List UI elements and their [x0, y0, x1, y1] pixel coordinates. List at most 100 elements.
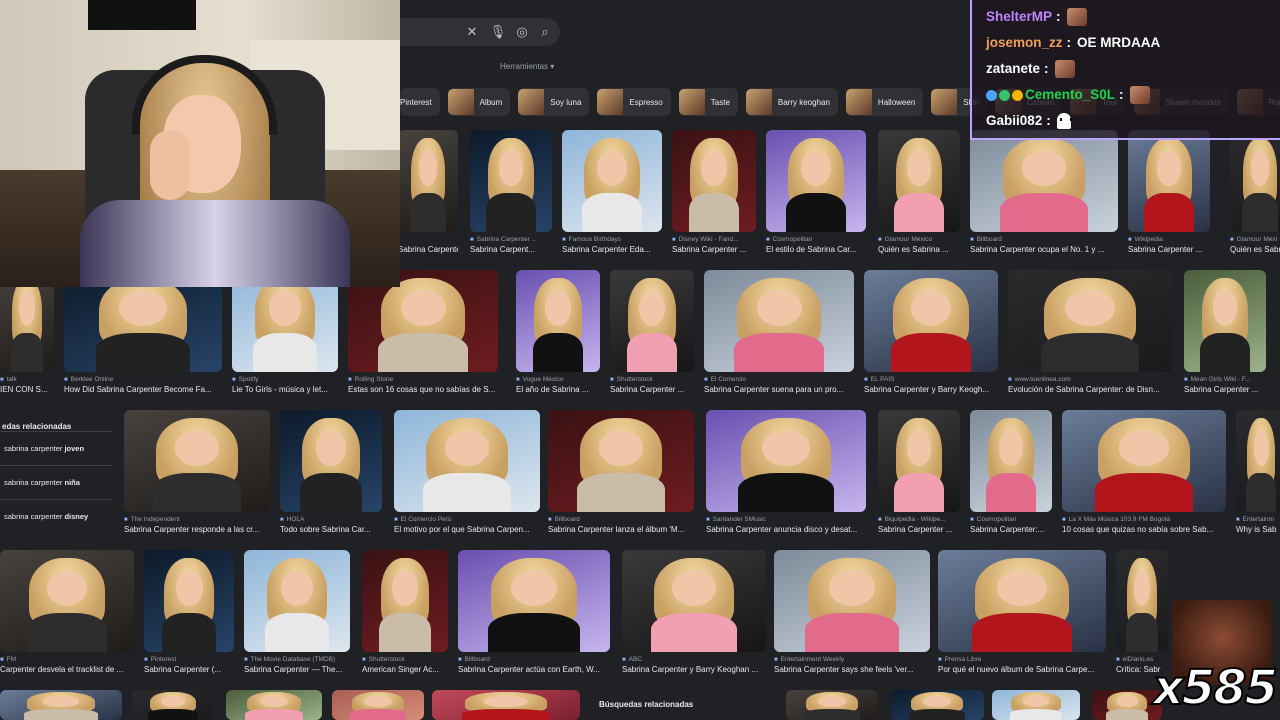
result-caption[interactable]: Sabrina Carpenter ... — [672, 245, 756, 254]
result-source[interactable]: Billboard — [548, 516, 694, 523]
result-source[interactable]: Vogue México — [516, 376, 600, 383]
result-source[interactable]: Cosmopolitan — [970, 516, 1052, 523]
image-result[interactable]: Shutterstock American Singer Ac... — [362, 550, 448, 674]
result-source[interactable]: Billboard — [458, 656, 610, 663]
image-result[interactable] — [432, 690, 580, 720]
result-caption[interactable]: 10 cosas que quizas no sabía sobre Sab..… — [1062, 525, 1226, 534]
image-result[interactable]: HOLA Todo sobre Sabrina Car... — [280, 410, 382, 534]
result-caption[interactable]: El estilo de Sabrina Car... — [766, 245, 866, 254]
result-caption[interactable]: Por qué el nuevo álbum de Sabrina Carpe.… — [938, 665, 1106, 674]
mic-icon[interactable]: 🎙 — [488, 22, 508, 42]
result-caption[interactable]: Quién es Sabr — [1230, 245, 1280, 254]
chat-username[interactable]: Gabii082 — [986, 108, 1042, 134]
result-caption[interactable]: El año de Sabrina ... — [516, 385, 600, 394]
image-result[interactable]: Famous Birthdays Sabrina Carpenter Eda... — [562, 130, 662, 254]
result-caption[interactable]: Lie To Girls - música y let... — [232, 385, 338, 394]
image-result[interactable]: www.tuenlinea.com Evolución de Sabrina Ca… — [1008, 270, 1172, 394]
result-caption[interactable]: Sabrina Carpente... — [398, 245, 458, 254]
image-result[interactable]: Sabrina Carpenter ... Sabrina Carpent... — [470, 130, 552, 254]
chat-username[interactable]: zatanete — [986, 56, 1040, 82]
search-icon[interactable]: ⌕ — [535, 22, 555, 42]
search-input[interactable]: ✕ 🎙 ◎ ⌕ — [400, 18, 560, 46]
tools-button[interactable]: Herramientas ▾ — [500, 62, 554, 71]
result-caption[interactable]: Sabrina Carpenter responde a las cr... — [124, 525, 270, 534]
chip-soy-luna[interactable]: Soy luna — [518, 88, 590, 116]
image-result[interactable]: Berklee Online How Did Sabrina Carpenter … — [64, 270, 222, 394]
image-result[interactable]: Sabrina Carpente... — [398, 130, 458, 254]
result-source[interactable]: Mean Girls Wiki - F... — [1184, 376, 1266, 383]
chip-espresso[interactable]: Espresso — [597, 88, 671, 116]
result-source[interactable]: HOLA — [280, 516, 382, 523]
result-caption[interactable]: Sabrina Carpenter says she feels 'ver... — [774, 665, 930, 674]
image-result[interactable]: Entertainm Why is Sab — [1236, 410, 1280, 534]
image-result[interactable]: Cosmopolitan El estilo de Sabrina Car... — [766, 130, 866, 254]
result-source[interactable]: Billboard — [970, 236, 1118, 243]
result-caption[interactable]: Sabrina Carpenter:... — [970, 525, 1052, 534]
related-search-item[interactable]: sabrina carpenter disney — [0, 499, 112, 533]
result-caption[interactable]: Sabrina Carpenter ... — [610, 385, 694, 394]
image-result[interactable] — [786, 690, 878, 720]
result-source[interactable]: El Comercio Perú — [394, 516, 540, 523]
image-result[interactable]: FM Carpenter desvela el tracklist de ... — [0, 550, 134, 674]
image-result[interactable] — [226, 690, 322, 720]
result-source[interactable]: Glamour Méxi — [1230, 236, 1280, 243]
chip-pinterest[interactable]: Pinterest — [400, 88, 440, 116]
result-source[interactable]: Famous Birthdays — [562, 236, 662, 243]
image-result[interactable] — [992, 690, 1080, 720]
related-search-item[interactable]: sabrina carpenter joven — [0, 431, 112, 465]
result-source[interactable]: Entertainm — [1236, 516, 1280, 523]
lens-icon[interactable]: ◎ — [512, 22, 532, 42]
result-caption[interactable]: Sabrina Carpenter (... — [144, 665, 234, 674]
result-caption[interactable]: Sabrina Carpenter ocupa el No. 1 y ... — [970, 245, 1118, 254]
result-caption[interactable]: IEN CON S... — [0, 385, 54, 394]
related-search-item[interactable]: sabrina carpenter niña — [0, 465, 112, 499]
result-caption[interactable]: Sabrina Carpenter ... — [1128, 245, 1210, 254]
result-caption[interactable]: Todo sobre Sabrina Car... — [280, 525, 382, 534]
image-result[interactable]: Cosmopolitan Sabrina Carpenter:... — [970, 410, 1052, 534]
result-caption[interactable]: Sabrina Carpenter y Barry Keoghan ... — [622, 665, 766, 674]
result-source[interactable]: Sabrina Carpenter ... — [470, 236, 552, 243]
result-source[interactable]: FM — [0, 656, 134, 663]
image-result[interactable] — [890, 690, 984, 720]
result-source[interactable]: Pinterest — [144, 656, 234, 663]
result-source[interactable]: Prensa Libre — [938, 656, 1106, 663]
image-result[interactable]: Wikipedia Sabrina Carpenter ... — [1128, 130, 1210, 254]
image-result[interactable]: talk IEN CON S... — [0, 270, 54, 394]
chat-username[interactable]: josemon_zz — [986, 30, 1063, 56]
chip-album[interactable]: Album — [447, 88, 511, 116]
image-result[interactable]: Santander SMusic Sabrina Carpenter anunci… — [706, 410, 866, 534]
chat-username[interactable]: ShelterMP — [986, 4, 1052, 30]
image-result[interactable]: Prensa Libre Por qué el nuevo álbum de Sa… — [938, 550, 1106, 674]
result-caption[interactable]: Carpenter desvela el tracklist de ... — [0, 665, 134, 674]
result-source[interactable]: Entertainment Weekly — [774, 656, 930, 663]
image-result[interactable]: Disney Wiki - Fand... Sabrina Carpenter .… — [672, 130, 756, 254]
image-result[interactable]: EL PAÍS Sabrina Carpenter y Barry Keogh..… — [864, 270, 998, 394]
result-source[interactable]: Spotify — [232, 376, 338, 383]
image-result[interactable]: El Comercio Sabrina Carpenter suena para … — [704, 270, 854, 394]
image-result[interactable]: Billboard Sabrina Carpenter actúa con Ear… — [458, 550, 610, 674]
image-result[interactable] — [0, 690, 122, 720]
result-source[interactable]: EL PAÍS — [864, 376, 998, 383]
image-result[interactable]: Vogue México El año de Sabrina ... — [516, 270, 600, 394]
image-result[interactable]: Glamour México Quién es Sabrina ... — [878, 130, 960, 254]
result-caption[interactable]: Sabrina Carpent... — [470, 245, 552, 254]
result-caption[interactable]: Estas son 16 cosas que no sabías de S... — [348, 385, 498, 394]
result-source[interactable]: Shutterstock — [362, 656, 448, 663]
result-caption[interactable]: Sabrina Carpenter — The... — [244, 665, 350, 674]
chip-barry-keoghan[interactable]: Barry keoghan — [745, 88, 838, 116]
result-source[interactable]: Berklee Online — [64, 376, 222, 383]
result-caption[interactable]: Sabrina Carpenter y Barry Keogh... — [864, 385, 998, 394]
result-caption[interactable]: Sabrina Carpenter suena para un pro... — [704, 385, 854, 394]
image-result[interactable]: Billboard Sabrina Carpenter ocupa el No. … — [970, 130, 1118, 254]
result-source[interactable]: El Comercio — [704, 376, 854, 383]
image-result[interactable]: Mean Girls Wiki - F... Sabrina Carpenter … — [1184, 270, 1266, 394]
result-source[interactable]: Shutterstock — [610, 376, 694, 383]
result-source[interactable]: The Movie Database (TMDB) — [244, 656, 350, 663]
result-source[interactable]: Disney Wiki - Fand... — [672, 236, 756, 243]
chip-taste[interactable]: Taste — [678, 88, 738, 116]
image-result[interactable] — [332, 690, 424, 720]
image-result[interactable]: The Independent Sabrina Carpenter respond… — [124, 410, 270, 534]
image-result[interactable]: El Comercio Perú El motivo por el que Sab… — [394, 410, 540, 534]
result-source[interactable]: Biquipedia - Wikipe... — [878, 516, 960, 523]
image-result[interactable]: elDiario.esCrítica: Sabr — [1116, 550, 1168, 674]
